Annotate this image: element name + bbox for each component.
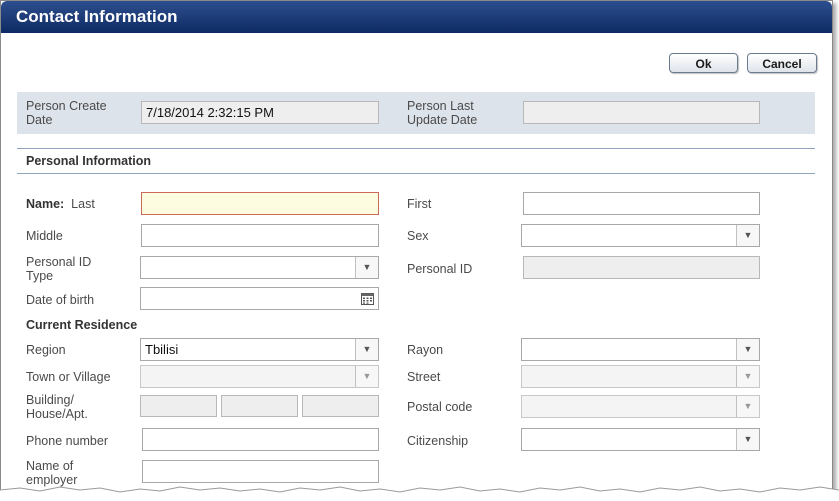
- pid-type-select[interactable]: ▼: [140, 256, 379, 279]
- pid-input[interactable]: [523, 256, 760, 279]
- first-name-input[interactable]: [523, 192, 760, 215]
- section-divider-bottom: [17, 173, 815, 174]
- create-date-field: 7/18/2014 2:32:15 PM: [141, 101, 379, 124]
- region-label: Region: [26, 343, 66, 357]
- region-select[interactable]: Tbilisi ▼: [140, 338, 379, 361]
- sex-label: Sex: [407, 229, 429, 243]
- section-divider-top: [17, 148, 815, 149]
- window-title: Contact Information: [16, 7, 178, 26]
- name-label: Name: Last: [26, 197, 95, 211]
- cancel-button[interactable]: Cancel: [747, 53, 817, 73]
- pid-label: Personal ID: [407, 262, 473, 276]
- personal-info-title: Personal Information: [26, 154, 152, 168]
- postal-code-select[interactable]: ▼: [521, 395, 760, 418]
- building-label: Building/House/Apt.: [26, 393, 88, 421]
- last-name-input[interactable]: [141, 192, 379, 215]
- phone-label: Phone number: [26, 434, 109, 448]
- update-date-field: [523, 101, 760, 124]
- chevron-down-icon[interactable]: ▼: [355, 339, 378, 360]
- chevron-down-icon[interactable]: ▼: [736, 396, 759, 417]
- calendar-icon[interactable]: [357, 289, 377, 308]
- first-name-label: First: [407, 197, 432, 211]
- chevron-down-icon[interactable]: ▼: [736, 366, 759, 387]
- pid-type-label: Personal ID Type: [26, 255, 92, 283]
- chevron-down-icon[interactable]: ▼: [736, 339, 759, 360]
- sex-select[interactable]: ▼: [521, 224, 760, 247]
- house-input[interactable]: [221, 395, 298, 417]
- citizenship-select[interactable]: ▼: [521, 428, 760, 451]
- phone-input[interactable]: [142, 428, 379, 451]
- contact-information-dialog: Contact Information Ok Cancel Person Cre…: [0, 0, 833, 497]
- town-label: Town or Village: [26, 370, 111, 384]
- dob-input[interactable]: [140, 287, 379, 310]
- chevron-down-icon[interactable]: ▼: [736, 429, 759, 450]
- torn-edge-decoration: [0, 486, 839, 501]
- dob-label: Date of birth: [26, 293, 95, 307]
- create-date-label: Person Create Date: [26, 99, 107, 127]
- current-residence-title: Current Residence: [26, 318, 138, 332]
- chevron-down-icon[interactable]: ▼: [355, 366, 378, 387]
- postal-code-label: Postal code: [407, 400, 473, 414]
- town-select[interactable]: ▼: [140, 365, 379, 388]
- street-select[interactable]: ▼: [521, 365, 760, 388]
- middle-name-label: Middle: [26, 229, 63, 243]
- rayon-select[interactable]: ▼: [521, 338, 760, 361]
- employer-label: Name of employer: [26, 459, 78, 487]
- title-bar: Contact Information: [1, 1, 832, 33]
- apt-input[interactable]: [302, 395, 379, 417]
- building-input[interactable]: [140, 395, 217, 417]
- citizenship-label: Citizenship: [407, 434, 469, 448]
- employer-input[interactable]: [142, 460, 379, 483]
- chevron-down-icon[interactable]: ▼: [736, 225, 759, 246]
- ok-button[interactable]: Ok: [669, 53, 738, 73]
- street-label: Street: [407, 370, 441, 384]
- chevron-down-icon[interactable]: ▼: [355, 257, 378, 278]
- region-select-value: Tbilisi: [145, 342, 179, 357]
- middle-name-input[interactable]: [141, 224, 379, 247]
- update-date-label: Person Last Update Date: [407, 99, 478, 127]
- rayon-label: Rayon: [407, 343, 444, 357]
